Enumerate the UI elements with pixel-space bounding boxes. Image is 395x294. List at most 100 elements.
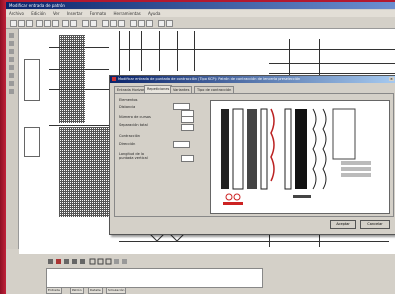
preview-column <box>295 109 307 189</box>
paste-icon[interactable] <box>52 20 59 27</box>
tool-icon <box>122 259 127 264</box>
draw-icon[interactable] <box>130 20 137 27</box>
divider <box>129 31 130 71</box>
tab-tipo-contraccion[interactable]: Tipo de contracción <box>194 86 235 93</box>
divider <box>269 73 395 74</box>
cursos-field[interactable] <box>181 116 194 123</box>
dialog-panel: Elementos Distancia Número de cursos Sep… <box>114 93 394 217</box>
cut-icon[interactable] <box>36 20 43 27</box>
tool-icon <box>80 259 85 264</box>
preview-column <box>284 108 292 190</box>
new-icon[interactable] <box>10 20 17 27</box>
move-tool-icon[interactable] <box>9 81 14 86</box>
stitch-icon[interactable] <box>118 20 125 27</box>
preview-column <box>232 108 244 190</box>
help-icon[interactable] <box>166 20 173 27</box>
tool-icon <box>105 258 112 265</box>
pencil-tool-icon[interactable] <box>9 41 14 46</box>
elementos-dropdown[interactable] <box>173 103 190 110</box>
left-toolbox <box>6 29 19 249</box>
menu-item-ver[interactable]: Ver <box>53 11 60 16</box>
tab-simulacion[interactable]: Simulación <box>106 287 127 294</box>
menu-bar: Archivo Edición Ver Insertar Formato Her… <box>6 10 395 17</box>
tab-repeticiones[interactable]: Repeticiones <box>144 85 173 93</box>
field-label: Longitud de la puntada vertical <box>119 152 148 160</box>
output-area[interactable] <box>46 268 263 288</box>
divider <box>159 31 160 71</box>
preview-column <box>260 108 268 190</box>
tool-icon <box>97 258 104 265</box>
tab-entrada[interactable]: Entrada <box>46 287 62 294</box>
stitch-preview-drawing <box>221 108 371 205</box>
menu-item-insertar[interactable]: Insertar <box>67 11 83 16</box>
cancel-button[interactable]: Cancelar <box>360 220 390 229</box>
divider <box>49 69 109 70</box>
zoom-tool-icon[interactable] <box>9 89 14 94</box>
field-label: Elementos <box>119 98 138 102</box>
preview-column <box>247 109 257 189</box>
field-label: Contracción <box>119 134 140 138</box>
preview-stitch-path <box>312 108 317 190</box>
tab-variantes[interactable]: Variantes <box>170 86 193 93</box>
redo-icon[interactable] <box>70 20 77 27</box>
eraser-tool-icon[interactable] <box>9 73 14 78</box>
window-titlebar: Modificar entrada de patrón <box>6 2 395 9</box>
fill-icon[interactable] <box>146 20 153 27</box>
divider <box>49 89 109 90</box>
bottom-toolbar: Entrada Patrón Detalle Simulación <box>46 254 395 294</box>
preview-stitch-path <box>322 108 327 190</box>
ok-button[interactable]: Aceptar <box>330 220 356 229</box>
undo-icon[interactable] <box>62 20 69 27</box>
direccion-dropdown[interactable] <box>173 141 190 148</box>
grid-icon[interactable] <box>102 20 109 27</box>
divider <box>119 49 395 50</box>
tool-icon <box>48 259 53 264</box>
preview-bar <box>341 161 371 165</box>
tab-detalle[interactable]: Detalle <box>88 287 103 294</box>
line-tool-icon[interactable] <box>9 49 14 54</box>
close-icon[interactable]: × <box>389 77 394 81</box>
menu-item-edicion[interactable]: Edición <box>31 11 45 16</box>
copy-icon[interactable] <box>44 20 51 27</box>
field-label: Número de cursos <box>119 115 151 119</box>
app-icon <box>112 77 116 81</box>
tool-icon <box>114 259 119 264</box>
tab-patron[interactable]: Patrón <box>70 287 84 294</box>
rect-tool-icon[interactable] <box>9 57 14 62</box>
tool-icon <box>89 258 96 265</box>
thumbnail-panel[interactable] <box>24 59 40 101</box>
window-title: Modificar entrada de patrón <box>9 3 65 8</box>
pattern-icon[interactable] <box>110 20 117 27</box>
tool-icon <box>56 259 61 264</box>
longitud-field[interactable] <box>181 155 194 162</box>
dialog-titlebar: Modificar entrada de puntada de contracc… <box>110 76 395 83</box>
select-tool-icon[interactable] <box>9 33 14 38</box>
divider <box>177 31 178 71</box>
tool-icon <box>64 259 69 264</box>
modify-entry-dialog: Modificar entrada de puntada de contracc… <box>109 75 395 235</box>
divider <box>269 63 395 64</box>
separacion-field[interactable] <box>181 124 194 131</box>
divider <box>289 39 290 79</box>
field-label: Separación total <box>119 123 148 127</box>
open-icon[interactable] <box>18 20 25 27</box>
menu-item-formato[interactable]: Formato <box>90 11 107 16</box>
print-icon[interactable] <box>158 20 165 27</box>
application-window: Modificar entrada de patrón Archivo Edic… <box>6 2 395 294</box>
menu-item-herramientas[interactable]: Herramientas <box>114 11 141 16</box>
save-icon[interactable] <box>26 20 33 27</box>
divider <box>141 31 142 71</box>
thumbnail-panel[interactable] <box>24 127 40 157</box>
menu-item-archivo[interactable]: Archivo <box>9 11 24 16</box>
zoom-in-icon[interactable] <box>82 20 89 27</box>
zoom-out-icon[interactable] <box>90 20 97 27</box>
divider <box>194 31 195 71</box>
menu-item-ayuda[interactable]: Ayuda <box>148 11 160 16</box>
fill-tool-icon[interactable] <box>9 65 14 70</box>
preview-marker <box>233 193 241 201</box>
main-toolbar <box>6 18 395 29</box>
preview-column <box>221 109 229 189</box>
line-icon[interactable] <box>138 20 145 27</box>
dialog-title: Modificar entrada de puntada de contracc… <box>118 77 301 81</box>
field-label: Dirección <box>119 142 136 146</box>
